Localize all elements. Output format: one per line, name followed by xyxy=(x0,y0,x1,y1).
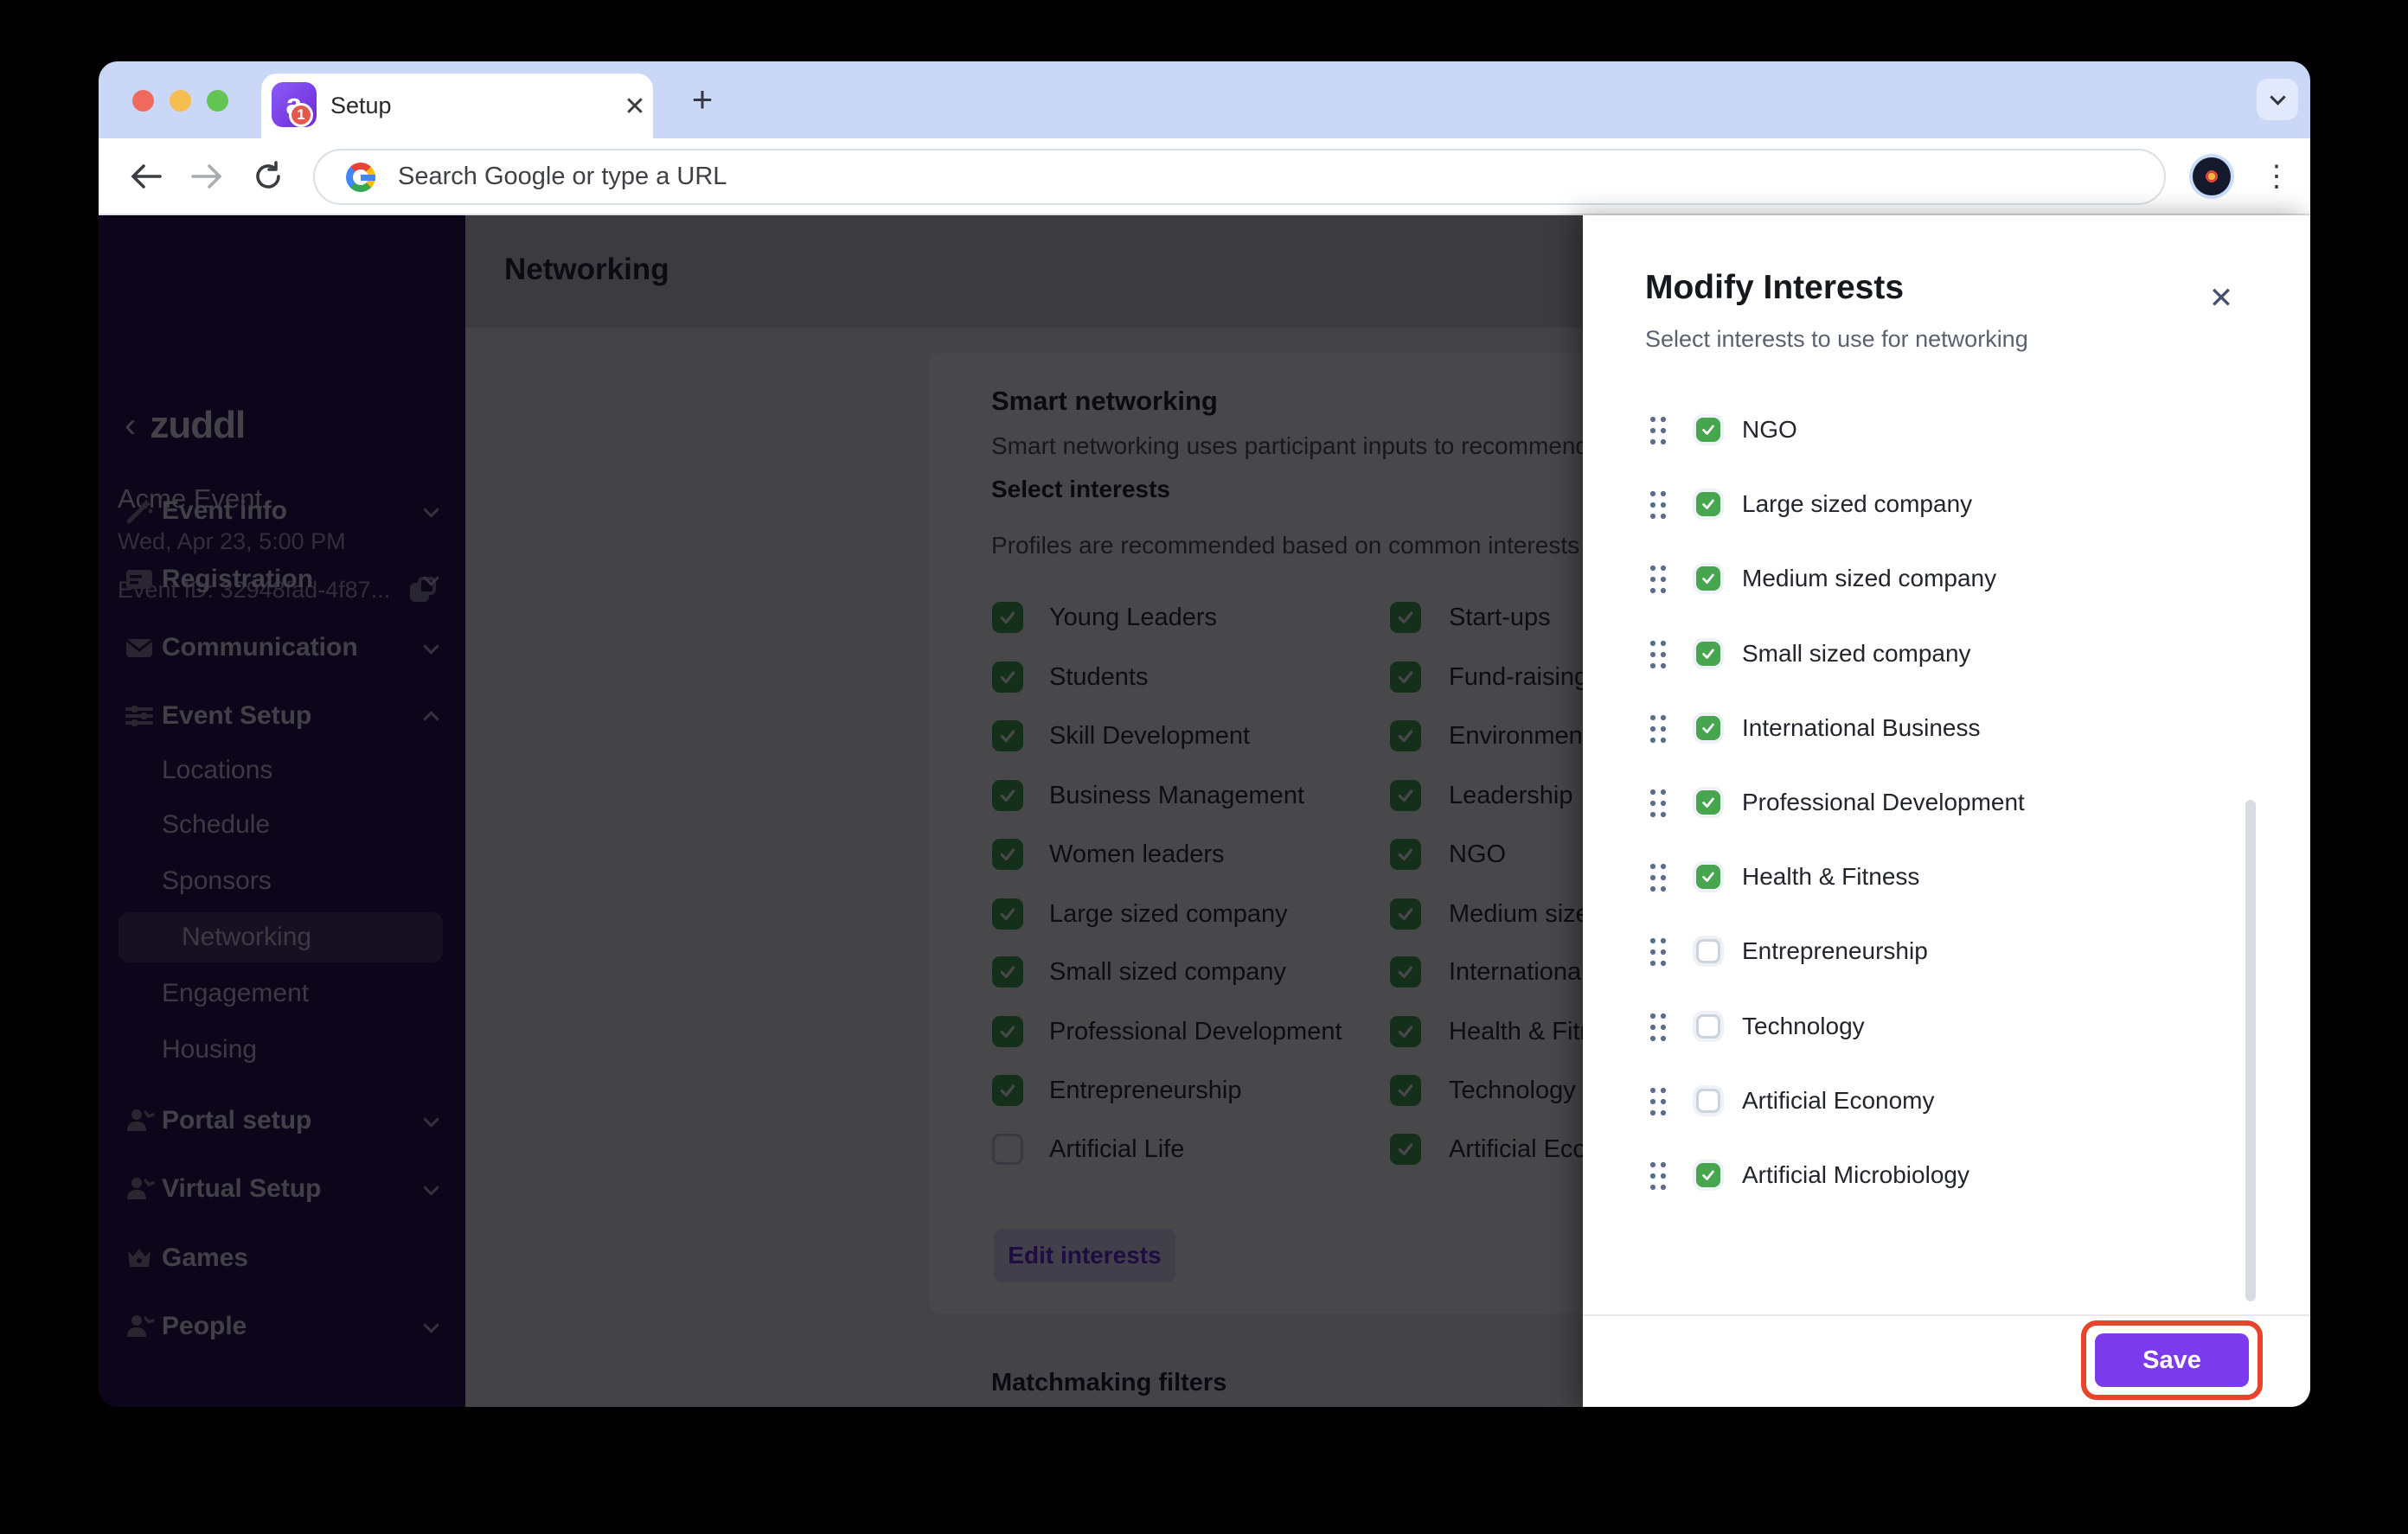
tab-search-chevron-icon[interactable] xyxy=(2257,79,2298,120)
modal-interest-row-small-sized-company: Small sized company xyxy=(1583,628,2258,680)
tab-setup[interactable]: a 1 Setup ✕ xyxy=(261,74,653,138)
modal-interest-row-entrepreneurship: Entrepreneurship xyxy=(1583,925,2258,977)
modal-checkbox-medium-sized-company[interactable] xyxy=(1696,566,1720,591)
modal-interest-row-ngo: NGO xyxy=(1583,404,2258,456)
modal-interest-row-technology: Technology xyxy=(1583,1000,2258,1052)
new-tab-icon[interactable]: + xyxy=(676,74,728,125)
modal-interest-row-professional-development: Professional Development xyxy=(1583,777,2258,828)
drag-handle-icon[interactable] xyxy=(1649,862,1668,893)
modal-checkbox-international-business[interactable] xyxy=(1696,715,1720,740)
modal-interest-row-medium-sized-company: Medium sized company xyxy=(1583,553,2258,604)
drag-handle-icon[interactable] xyxy=(1649,788,1668,819)
panel-subtitle: Select interests to use for networking xyxy=(1645,326,2028,352)
modal-checkbox-technology[interactable] xyxy=(1696,1013,1720,1039)
minimize-window-button[interactable] xyxy=(170,90,191,112)
close-window-button[interactable] xyxy=(132,90,154,112)
modal-checkbox-entrepreneurship[interactable] xyxy=(1696,939,1720,964)
modal-checkbox-small-sized-company[interactable] xyxy=(1696,641,1720,666)
modal-interest-label: NGO xyxy=(1742,416,1797,443)
modal-checkbox-artificial-microbiology[interactable] xyxy=(1696,1163,1720,1187)
drag-handle-icon[interactable] xyxy=(1649,713,1668,745)
modal-checkbox-artificial-economy[interactable] xyxy=(1696,1088,1720,1113)
modal-interest-label: Medium sized company xyxy=(1742,565,1997,592)
modal-interest-label: Large sized company xyxy=(1742,490,1973,518)
favicon-badge: 1 xyxy=(289,103,313,127)
drag-handle-icon[interactable] xyxy=(1649,564,1668,595)
drag-handle-icon[interactable] xyxy=(1649,1160,1668,1192)
google-icon xyxy=(346,162,375,192)
profile-avatar[interactable] xyxy=(2189,154,2234,199)
browser-window: a 1 Setup ✕ + Search Google or type a UR… xyxy=(99,61,2310,1407)
reload-icon[interactable] xyxy=(242,138,294,214)
modal-interest-label: Technology xyxy=(1742,1012,1865,1039)
tab-title: Setup xyxy=(330,93,392,118)
modal-checkbox-large-sized-company[interactable] xyxy=(1696,492,1720,517)
drag-handle-icon[interactable] xyxy=(1649,936,1668,968)
modal-interest-label: Artificial Economy xyxy=(1742,1086,1935,1114)
zoom-window-button[interactable] xyxy=(207,90,228,112)
back-icon[interactable] xyxy=(119,138,171,214)
close-icon[interactable]: ✕ xyxy=(2202,279,2240,317)
modal-interest-row-artificial-economy: Artificial Economy xyxy=(1583,1075,2258,1127)
modal-interest-label: Small sized company xyxy=(1742,639,1971,667)
modal-interest-row-health-fitness: Health & Fitness xyxy=(1583,851,2258,903)
browser-toolbar: Search Google or type a URL ⋮ xyxy=(99,138,2310,215)
modal-interest-label: International Business xyxy=(1742,713,1981,741)
modal-checkbox-ngo[interactable] xyxy=(1696,418,1720,442)
scrollbar-thumb[interactable] xyxy=(2245,800,2256,1301)
browser-menu-icon[interactable]: ⋮ xyxy=(2259,150,2294,202)
address-bar[interactable]: Search Google or type a URL xyxy=(313,149,2166,205)
modal-interest-label: Professional Development xyxy=(1742,789,2025,815)
modal-interest-label: Artificial Microbiology xyxy=(1742,1161,1969,1188)
panel-title: Modify Interests xyxy=(1645,269,1905,306)
drag-handle-icon[interactable] xyxy=(1649,1086,1668,1117)
forward-icon[interactable] xyxy=(182,138,234,214)
zuddl-favicon-icon: a 1 xyxy=(272,82,317,127)
modal-interest-row-large-sized-company: Large sized company xyxy=(1583,478,2258,530)
drag-handle-icon[interactable] xyxy=(1649,1012,1668,1043)
modal-checkbox-professional-development[interactable] xyxy=(1696,790,1720,815)
modify-interests-panel: Modify Interests Select interests to use… xyxy=(1583,215,2310,1407)
modal-interest-label: Entrepreneurship xyxy=(1742,937,1928,965)
tab-strip: a 1 Setup ✕ + xyxy=(99,61,2310,138)
save-button[interactable]: Save xyxy=(2095,1333,2249,1387)
tab-close-icon[interactable]: ✕ xyxy=(618,89,652,124)
modal-interest-label: Health & Fitness xyxy=(1742,863,1920,891)
modal-checkbox-health-fitness[interactable] xyxy=(1696,865,1720,890)
drag-handle-icon[interactable] xyxy=(1649,489,1668,521)
drag-handle-icon[interactable] xyxy=(1649,415,1668,446)
address-placeholder: Search Google or type a URL xyxy=(398,163,727,190)
modal-interest-row-artificial-microbiology: Artificial Microbiology xyxy=(1583,1149,2258,1201)
drag-handle-icon[interactable] xyxy=(1649,639,1668,670)
modal-interest-row-international-business: International Business xyxy=(1583,702,2258,754)
